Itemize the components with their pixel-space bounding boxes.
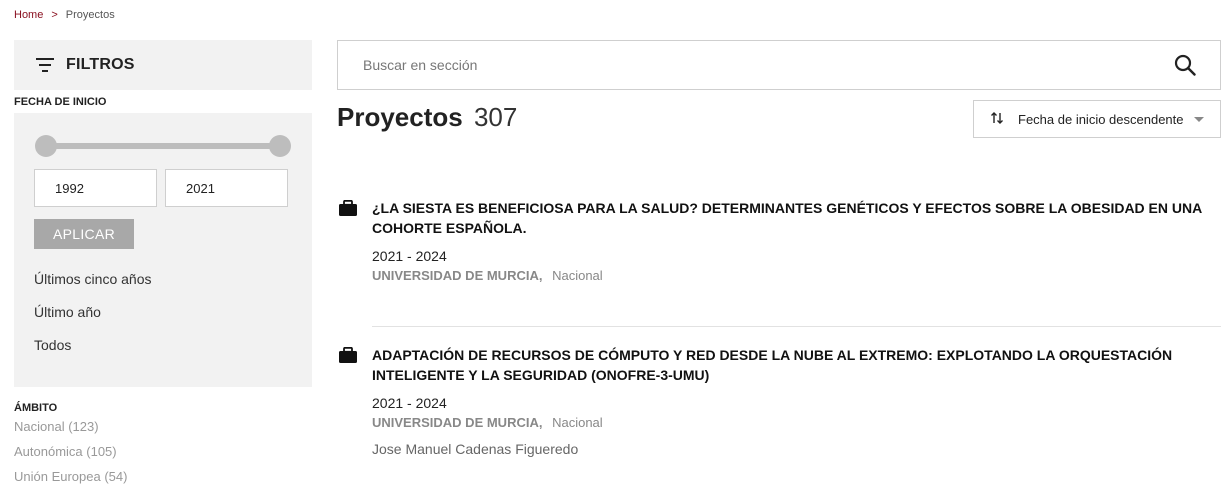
sort-icon	[990, 111, 1004, 128]
breadcrumb-separator: >	[51, 9, 58, 21]
sort-label: Fecha de inicio descendente	[1018, 111, 1184, 127]
result-person[interactable]: Jose Manuel Cadenas Figueredo	[372, 441, 1221, 457]
result-years: 2021 - 2024	[372, 248, 447, 264]
results-count: 307	[473, 102, 518, 132]
result-title-line: COHORTE ESPAÑOLA.	[372, 220, 527, 236]
year-from-input[interactable]	[34, 169, 157, 207]
ambito-item-autonomica[interactable]: Autonómica (105)	[14, 443, 312, 468]
ambito-filter-label: ÁMBITO	[14, 402, 58, 414]
page-title-label: Proyectos	[337, 102, 463, 132]
date-quick-links: Últimos cinco años Último año Todos	[34, 269, 292, 368]
result-scope: Nacional	[552, 415, 603, 430]
result-title-line: ADAPTACIÓN DE RECURSOS DE CÓMPUTO Y RED …	[372, 347, 1173, 363]
page-title: Proyectos 307	[337, 102, 517, 133]
search-icon[interactable]	[1174, 54, 1196, 76]
apply-button[interactable]: APLICAR	[34, 219, 134, 249]
date-filter-label: FECHA DE INICIO	[14, 96, 107, 108]
result-title-line: ¿LA SIESTA ES BENEFICIOSA PARA LA SALUD?…	[372, 200, 1203, 216]
result-organization: UNIVERSIDAD DE MURCIA,	[372, 268, 543, 283]
briefcase-icon	[338, 346, 358, 364]
filters-header[interactable]: FILTROS	[14, 40, 312, 90]
list-item[interactable]: ¿LA SIESTA ES BENEFICIOSA PARA LA SALUD?…	[337, 198, 1221, 285]
search-bar	[337, 40, 1221, 90]
year-range-slider[interactable]	[35, 133, 291, 159]
quick-link-last-five-years[interactable]: Últimos cinco años	[34, 269, 292, 302]
breadcrumb-current: Proyectos	[65, 9, 115, 21]
quick-link-last-year[interactable]: Último año	[34, 302, 292, 335]
year-inputs	[34, 169, 292, 207]
ambito-item-union-europea[interactable]: Unión Europea (54)	[14, 468, 312, 493]
breadcrumb: Home > Proyectos	[14, 9, 115, 21]
quick-link-all[interactable]: Todos	[34, 335, 292, 368]
ambito-item-nacional[interactable]: Nacional (123)	[14, 418, 312, 443]
breadcrumb-home-link[interactable]: Home	[14, 9, 43, 21]
chevron-down-icon	[1194, 117, 1204, 122]
slider-track	[46, 143, 280, 149]
result-title[interactable]: ADAPTACIÓN DE RECURSOS DE CÓMPUTO Y RED …	[372, 345, 1221, 385]
filters-sidebar: FILTROS FECHA DE INICIO APLICAR Últimos …	[14, 40, 312, 493]
sort-select[interactable]: Fecha de inicio descendente	[973, 100, 1221, 138]
filter-icon	[36, 58, 54, 72]
date-filter-panel: APLICAR Últimos cinco años Último año To…	[14, 113, 312, 387]
results-list: ¿LA SIESTA ES BENEFICIOSA PARA LA SALUD?…	[337, 198, 1221, 457]
divider	[372, 326, 1221, 327]
result-org-line: UNIVERSIDAD DE MURCIA, Nacional	[372, 414, 1221, 432]
filters-title: FILTROS	[66, 56, 135, 73]
result-years: 2021 - 2024	[372, 395, 447, 411]
year-to-input[interactable]	[165, 169, 288, 207]
result-title[interactable]: ¿LA SIESTA ES BENEFICIOSA PARA LA SALUD?…	[372, 198, 1221, 238]
slider-handle-end[interactable]	[269, 135, 291, 157]
result-organization: UNIVERSIDAD DE MURCIA,	[372, 415, 543, 430]
result-org-line: UNIVERSIDAD DE MURCIA, Nacional	[372, 267, 1221, 285]
result-scope: Nacional	[552, 268, 603, 283]
search-input[interactable]	[363, 57, 1174, 73]
briefcase-icon	[338, 199, 358, 217]
ambito-filter-list: Nacional (123) Autonómica (105) Unión Eu…	[14, 418, 312, 493]
slider-handle-start[interactable]	[35, 135, 57, 157]
list-item[interactable]: ADAPTACIÓN DE RECURSOS DE CÓMPUTO Y RED …	[337, 345, 1221, 457]
result-title-line: INTELIGENTE Y LA SEGURIDAD (ONOFRE-3-UMU…	[372, 367, 710, 383]
